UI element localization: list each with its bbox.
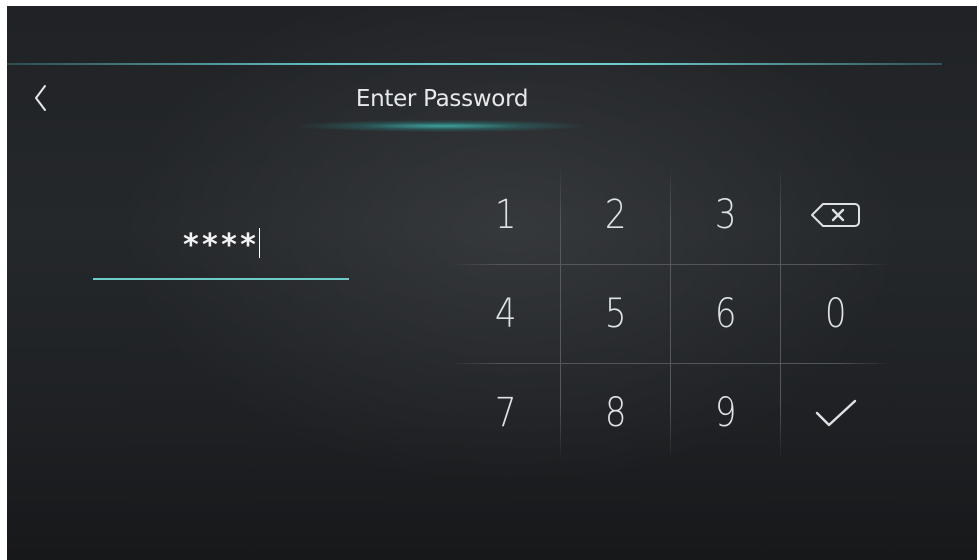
confirm-button[interactable]: [782, 364, 889, 461]
keypad-divider: [780, 166, 781, 461]
key-9[interactable]: 9: [672, 364, 779, 461]
password-underline: [93, 278, 349, 280]
password-field[interactable]: ****: [93, 216, 349, 282]
password-screen: Enter Password **** 1 2 3 4 5 6 0 7 8 9: [7, 6, 977, 560]
key-1[interactable]: 1: [452, 166, 559, 263]
keypad-divider: [560, 166, 561, 461]
backspace-button[interactable]: [782, 166, 889, 263]
key-6[interactable]: 6: [672, 265, 779, 362]
key-3[interactable]: 3: [672, 166, 779, 263]
header-divider: [7, 63, 942, 65]
back-button[interactable]: [25, 78, 55, 118]
key-7[interactable]: 7: [452, 364, 559, 461]
backspace-icon: [810, 202, 860, 227]
keypad-divider: [670, 166, 671, 461]
key-2[interactable]: 2: [562, 166, 669, 263]
text-caret: [259, 228, 261, 258]
password-masked-value: ****: [181, 228, 259, 263]
key-5[interactable]: 5: [562, 265, 669, 362]
title-accent-glow: [297, 120, 587, 132]
key-8[interactable]: 8: [562, 364, 669, 461]
key-0[interactable]: 0: [782, 265, 889, 362]
key-4[interactable]: 4: [452, 265, 559, 362]
page-title: Enter Password: [355, 86, 529, 112]
checkmark-icon: [815, 399, 856, 426]
keypad: 1 2 3 4 5 6 0 7 8 9: [450, 166, 890, 461]
chevron-left-icon: [35, 85, 46, 111]
